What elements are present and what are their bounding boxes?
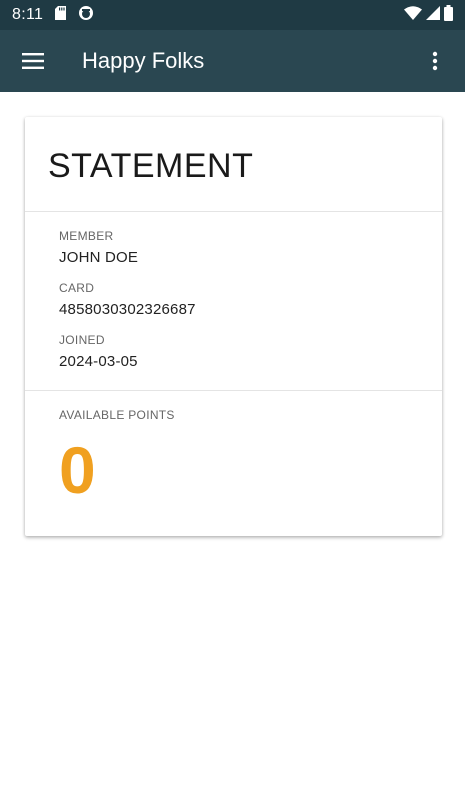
joined-label: JOINED [59, 333, 105, 347]
wifi-icon [404, 5, 422, 25]
card-field: CARD 4858030302326687 [59, 281, 408, 318]
member-field: MEMBER JOHN DOE [59, 229, 408, 266]
member-value: JOHN DOE [59, 249, 139, 266]
statement-header: STATEMENT [25, 117, 442, 212]
sd-card-icon [55, 5, 67, 25]
cell-signal-icon [426, 5, 440, 25]
card-number-value: 4858030302326687 [59, 301, 196, 318]
battery-icon [444, 4, 453, 26]
app-bar: Happy Folks [0, 30, 465, 92]
points-section: AVAILABLE POINTS 0 [25, 391, 442, 508]
joined-field: JOINED 2024-03-05 [59, 333, 408, 370]
sync-icon [78, 5, 94, 26]
available-points-label: AVAILABLE POINTS [59, 408, 175, 422]
card-label: CARD [59, 281, 95, 295]
status-bar: 8:11 [0, 0, 465, 30]
available-points-value: 0 [59, 433, 96, 507]
status-time: 8:11 [12, 6, 44, 23]
app-title: Happy Folks [82, 48, 205, 73]
more-vert-icon[interactable] [425, 48, 445, 74]
statement-title: STATEMENT [48, 147, 254, 185]
member-info-section: MEMBER JOHN DOE CARD 4858030302326687 JO… [25, 212, 442, 391]
joined-date-value: 2024-03-05 [59, 353, 138, 370]
hamburger-menu-icon[interactable] [20, 48, 46, 74]
statement-card: STATEMENT MEMBER JOHN DOE CARD 485803030… [25, 117, 442, 536]
status-left: 8:11 [12, 5, 94, 26]
member-label: MEMBER [59, 229, 114, 243]
status-right [404, 4, 453, 26]
